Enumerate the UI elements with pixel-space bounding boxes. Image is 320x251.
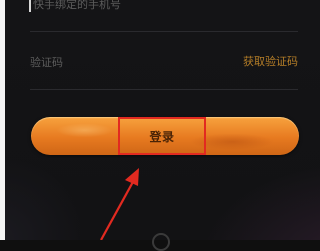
home-indicator <box>152 233 170 251</box>
login-screen: 快手绑定的手机号 验证码 获取验证码 登录 <box>0 0 320 251</box>
annotation-arrow <box>100 168 139 240</box>
arrow-shaft <box>100 179 135 240</box>
